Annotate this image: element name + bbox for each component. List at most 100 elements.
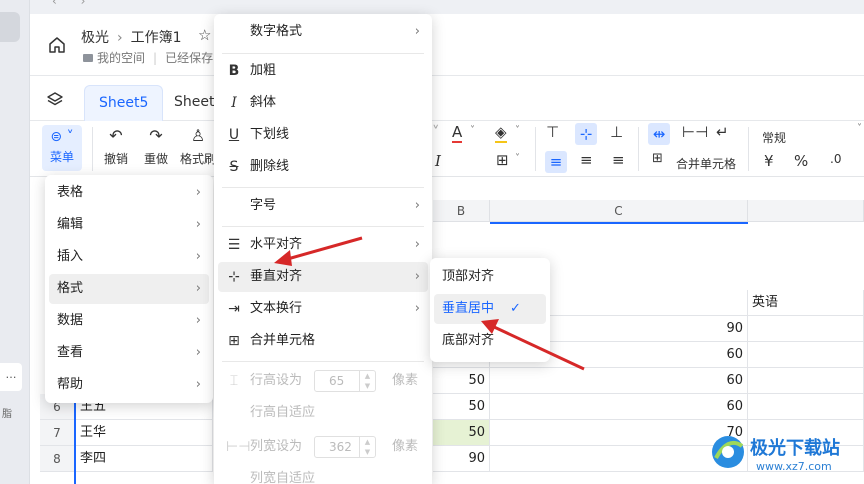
redo-icon: ↷ bbox=[149, 126, 163, 145]
breadcrumb: 极光 › 工作簿1 bbox=[81, 27, 182, 47]
breadcrumb-space[interactable]: 极光 bbox=[81, 30, 109, 46]
cell[interactable] bbox=[748, 394, 864, 420]
layers-icon[interactable] bbox=[46, 91, 64, 109]
percent-icon[interactable]: % bbox=[794, 152, 808, 170]
cell-c[interactable]: 60 bbox=[490, 394, 748, 420]
row-number[interactable]: 8 bbox=[40, 446, 74, 472]
menu-item-align-bottom[interactable]: 底部对齐 bbox=[434, 326, 546, 356]
row-height-input: 65 ▲ ▼ bbox=[314, 370, 376, 392]
chevron-right-icon: › bbox=[195, 345, 201, 360]
cell-c[interactable]: 60 bbox=[490, 368, 748, 394]
more-button[interactable]: … bbox=[0, 363, 22, 391]
chevron-down-icon[interactable]: ˅ bbox=[470, 125, 475, 136]
text-wrap-icon: ⇥ bbox=[228, 301, 240, 317]
location-label[interactable]: 我的空间 bbox=[97, 51, 145, 65]
star-icon[interactable]: ☆ bbox=[198, 26, 211, 44]
chevron-right-icon: › bbox=[195, 313, 201, 328]
menu-item-label: 垂直对齐 bbox=[250, 269, 303, 284]
menu-item-bold[interactable]: B 加粗 bbox=[218, 56, 428, 86]
cell-b[interactable]: 90 bbox=[433, 446, 490, 472]
menu-item-text-wrap[interactable]: ⇥ 文本换行 › bbox=[218, 294, 428, 324]
menu-button[interactable]: ⊜ ˅ 菜单 bbox=[42, 125, 82, 171]
chevron-right-icon: › bbox=[414, 198, 420, 213]
menu-item-format[interactable]: 格式 › bbox=[49, 274, 209, 304]
menu-item-horizontal-align[interactable]: ☰ 水平对齐 › bbox=[218, 230, 428, 260]
menu-item-strikethrough[interactable]: S 删除线 bbox=[218, 152, 428, 182]
decimal-icon[interactable]: .0 bbox=[830, 152, 841, 166]
cell-english-header[interactable]: 英语 bbox=[748, 290, 864, 316]
menu-item-row-height: ⌶ 行高设为 65 ▲ ▼ 像素 bbox=[218, 366, 428, 396]
menu-item-align-top[interactable]: 顶部对齐 bbox=[434, 262, 546, 292]
menu-item-help[interactable]: 帮助 › bbox=[49, 370, 209, 400]
fill-color-icon[interactable]: ◈ bbox=[495, 123, 507, 143]
undo-icon: ↶ bbox=[109, 126, 123, 145]
menu-item-number-format[interactable]: 数字格式 › bbox=[218, 17, 428, 47]
font-color-icon[interactable]: A bbox=[452, 123, 463, 143]
menu-item-label: 行高自适应 bbox=[250, 405, 316, 420]
document-title[interactable]: 工作簿1 bbox=[131, 30, 182, 46]
menu-item-italic[interactable]: I 斜体 bbox=[218, 88, 428, 118]
menu-item-insert[interactable]: 插入 › bbox=[49, 242, 209, 272]
menu-item-data[interactable]: 数据 › bbox=[49, 306, 209, 336]
menu-item-row-auto: 行高自适应 bbox=[218, 398, 428, 428]
row-height-value: 65 bbox=[329, 374, 345, 388]
italic-icon: I bbox=[231, 95, 237, 111]
chevron-right-icon: › bbox=[195, 185, 201, 200]
menu-item-table[interactable]: 表格 › bbox=[49, 178, 209, 208]
cell-name[interactable]: 王华 bbox=[76, 420, 213, 446]
cell-b[interactable]: 50 bbox=[433, 394, 490, 420]
menu-item-font-size[interactable]: 字号 › bbox=[218, 191, 428, 221]
cell[interactable] bbox=[748, 342, 864, 368]
menu-item-align-middle[interactable]: 垂直居中 ✓ bbox=[434, 294, 546, 324]
cell-b[interactable]: 50 bbox=[433, 420, 490, 446]
chevron-down-icon[interactable]: ˅ bbox=[432, 123, 440, 141]
align-bottom-icon[interactable]: ⊥ bbox=[610, 123, 623, 141]
align-left-icon[interactable]: ≡ bbox=[545, 151, 567, 173]
col-header-c[interactable]: C bbox=[490, 200, 748, 222]
cell-name[interactable]: 李四 bbox=[76, 446, 213, 472]
undo-label: 撤销 bbox=[103, 152, 128, 166]
italic-icon[interactable]: I bbox=[435, 152, 441, 170]
merge-cells-icon[interactable]: ⊞ bbox=[652, 151, 663, 166]
row-number[interactable]: 7 bbox=[40, 420, 74, 446]
menu-item-label: 顶部对齐 bbox=[442, 269, 495, 284]
home-icon[interactable] bbox=[48, 36, 66, 54]
chevron-down-icon[interactable]: ˅ bbox=[515, 153, 520, 164]
redo-button[interactable]: ↷ 重做 bbox=[138, 125, 174, 167]
currency-icon[interactable]: ¥ bbox=[764, 152, 774, 170]
cell-b[interactable]: 50 bbox=[433, 368, 490, 394]
strikethrough-icon: S bbox=[229, 159, 239, 175]
breadcrumb-separator-icon: › bbox=[117, 30, 123, 46]
rail-tile[interactable] bbox=[0, 12, 20, 42]
menu-item-edit[interactable]: 编辑 › bbox=[49, 210, 209, 240]
history-nav-icons[interactable]: ‹ › bbox=[52, 0, 95, 8]
chevron-down-icon[interactable]: ˅ bbox=[515, 125, 520, 136]
vertical-align-submenu: 顶部对齐 垂直居中 ✓ 底部对齐 bbox=[430, 258, 550, 362]
format-painter-button[interactable]: ♙ 格式刷 bbox=[180, 125, 216, 167]
col-header-b[interactable]: B bbox=[433, 200, 490, 222]
align-center-icon[interactable]: ≡ bbox=[580, 151, 593, 169]
tab-sheet5[interactable]: Sheet5 bbox=[84, 85, 164, 121]
menu-divider bbox=[222, 187, 424, 188]
vertical-align-icon: ⊹ bbox=[228, 269, 240, 285]
menu-item-label: 底部对齐 bbox=[442, 333, 495, 348]
undo-button[interactable]: ↶ 撤销 bbox=[98, 125, 134, 167]
cell[interactable] bbox=[748, 316, 864, 342]
align-right-icon[interactable]: ≡ bbox=[612, 151, 625, 169]
menu-item-view[interactable]: 查看 › bbox=[49, 338, 209, 368]
text-wrap-icon[interactable]: ↵ bbox=[716, 123, 729, 141]
cell[interactable] bbox=[748, 368, 864, 394]
text-overflow-icon[interactable]: ⇹ bbox=[648, 123, 670, 145]
align-middle-icon[interactable]: ⊹ bbox=[575, 123, 597, 145]
menu-item-underline[interactable]: U 下划线 bbox=[218, 120, 428, 150]
border-icon[interactable]: ⊞ bbox=[496, 151, 509, 169]
menu-item-merge-cells[interactable]: ⊞ 合并单元格 bbox=[218, 326, 428, 356]
menu-item-vertical-align[interactable]: ⊹ 垂直对齐 › bbox=[218, 262, 428, 292]
number-format-select[interactable]: 常规 bbox=[762, 129, 786, 146]
merge-cells-button[interactable]: 合并单元格 bbox=[676, 155, 736, 172]
menu-item-label: 列宽设为 bbox=[250, 439, 303, 454]
chevron-down-icon[interactable]: ˅ bbox=[857, 123, 862, 134]
col-header-d[interactable] bbox=[748, 200, 864, 222]
align-top-icon[interactable]: ⊤ bbox=[546, 123, 559, 141]
text-clip-icon[interactable]: ⊢⊣ bbox=[682, 123, 708, 141]
